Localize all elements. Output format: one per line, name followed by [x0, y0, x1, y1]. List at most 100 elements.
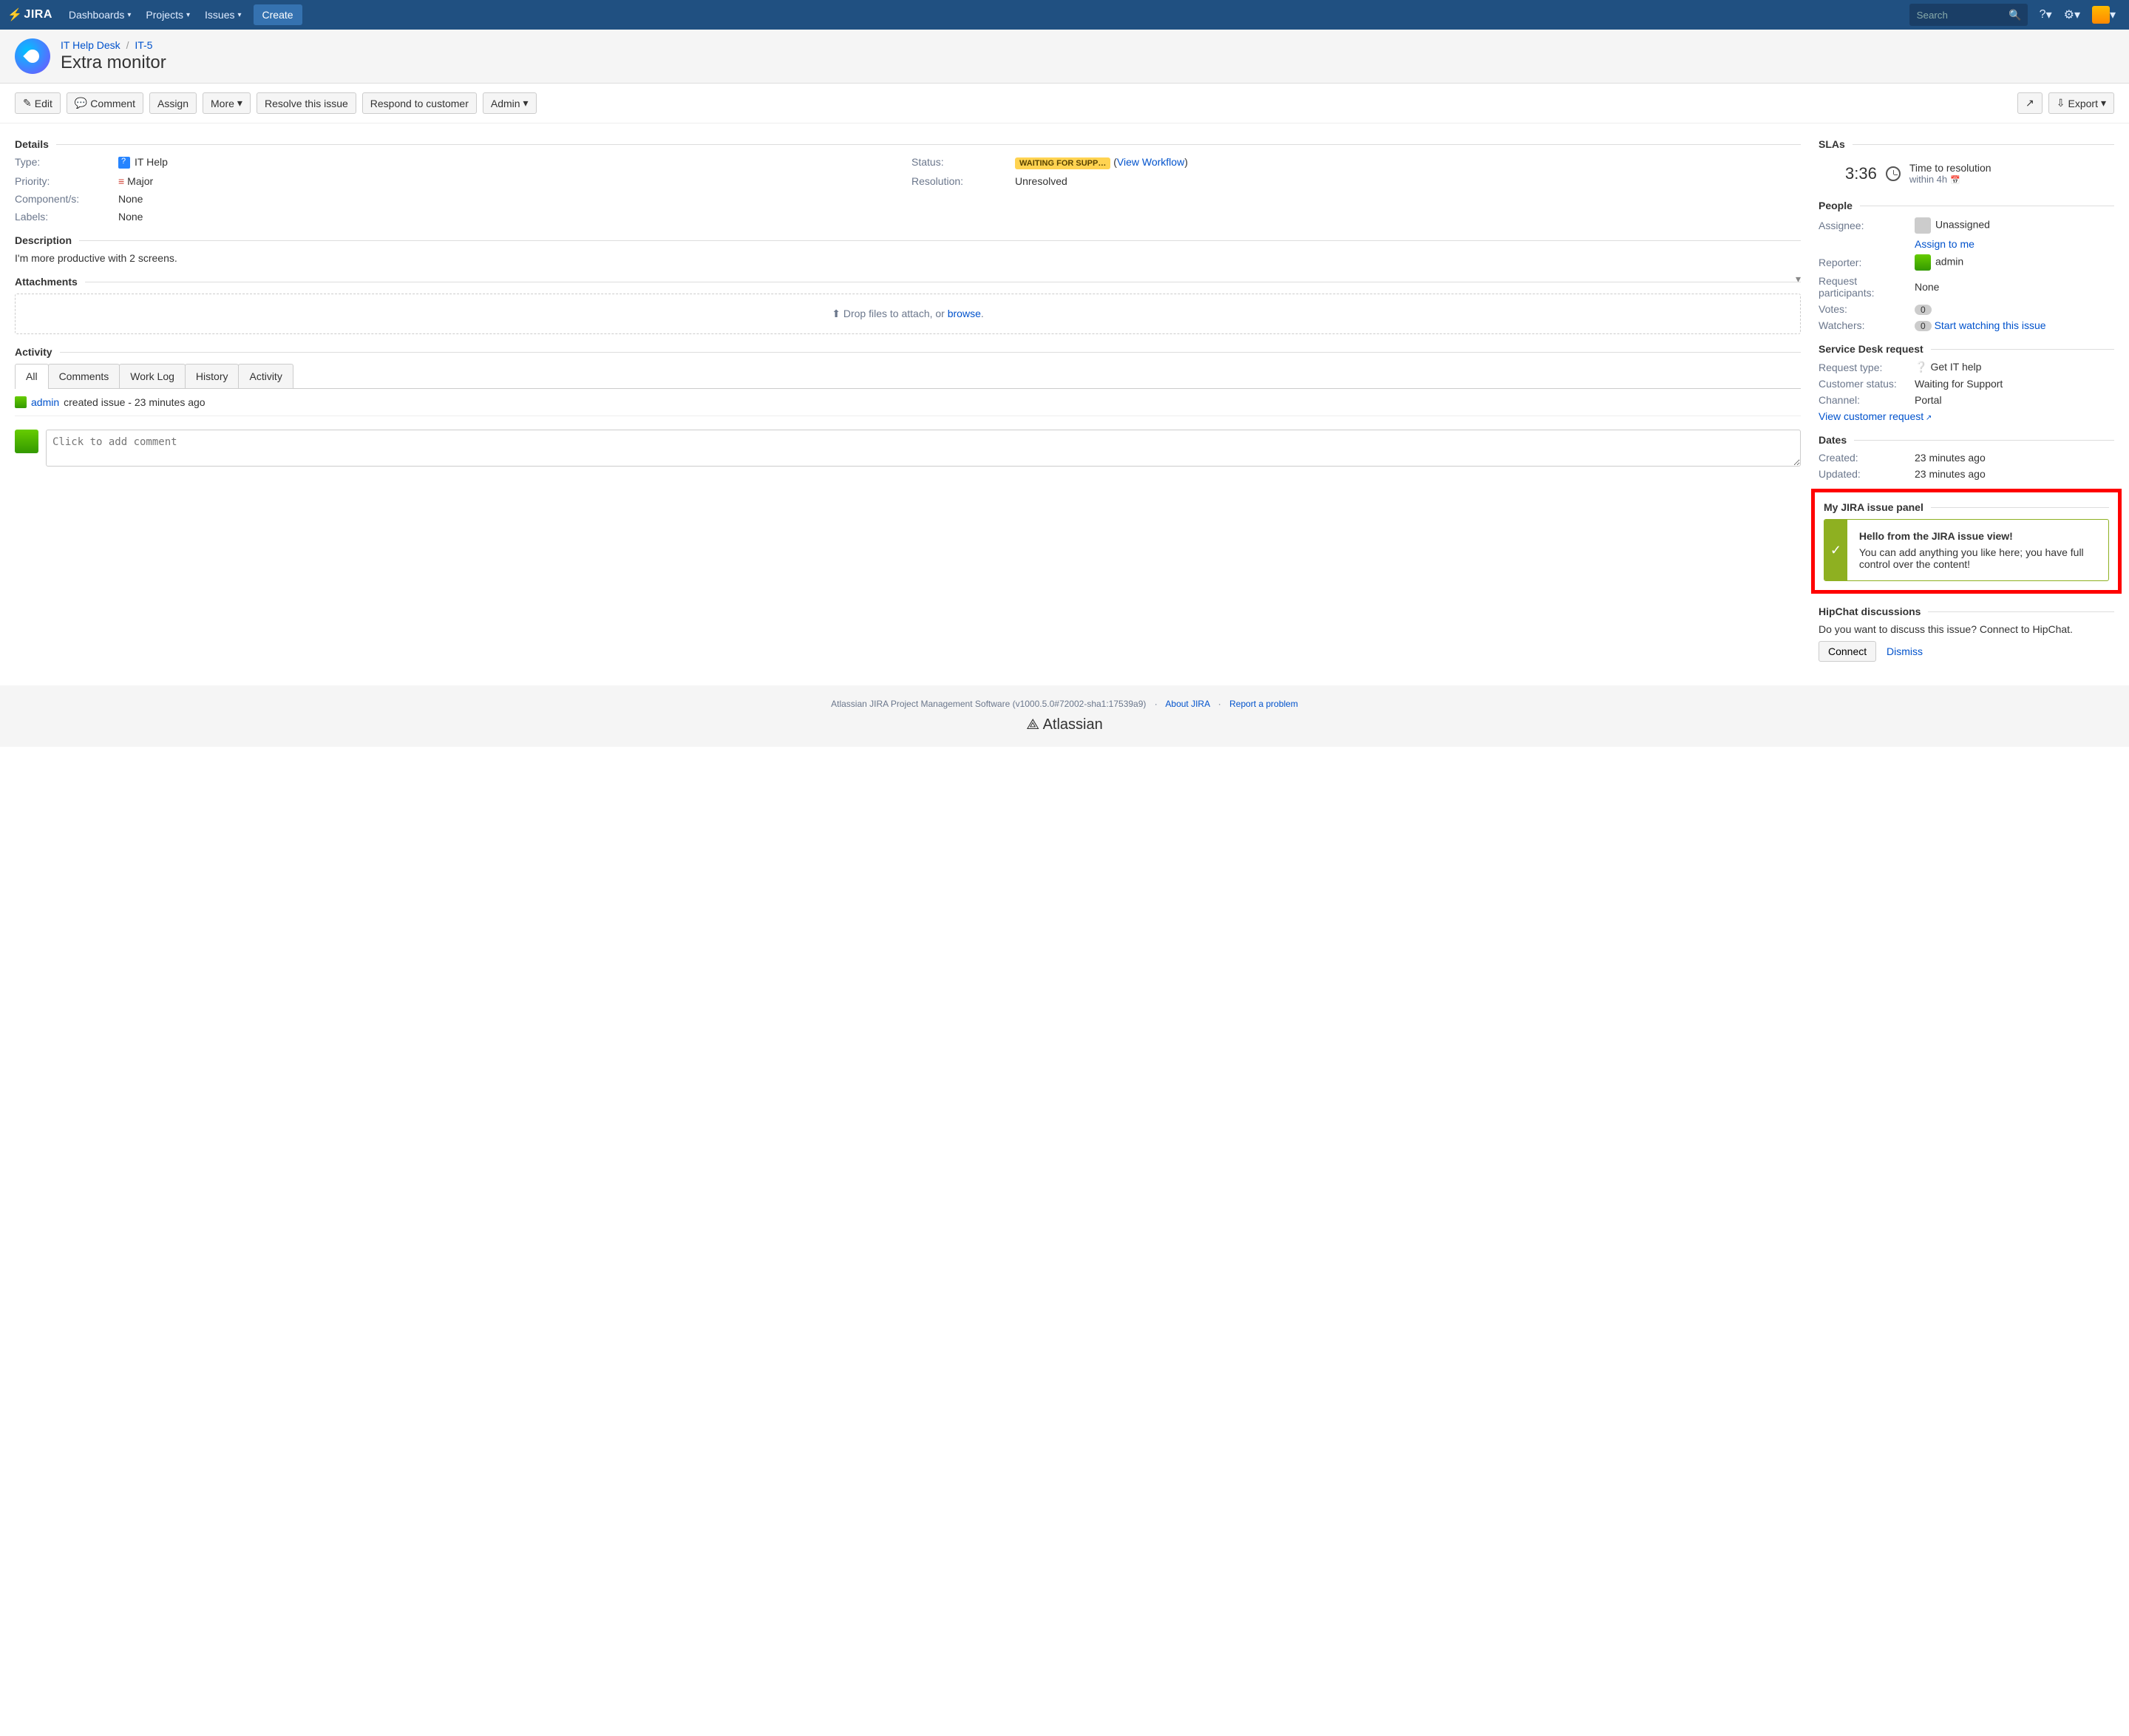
nav-issues[interactable]: Issues▾	[197, 0, 249, 30]
participants-label: Request participants:	[1819, 275, 1907, 299]
project-avatar[interactable]	[15, 38, 50, 74]
clock-icon	[1886, 166, 1901, 181]
comment-button[interactable]: 💬Comment	[67, 92, 143, 114]
tab-all[interactable]: All	[15, 364, 49, 388]
updated-label: Updated:	[1819, 468, 1907, 480]
watchers-label: Watchers:	[1819, 319, 1907, 331]
created-label: Created:	[1819, 452, 1907, 464]
votes-label: Votes:	[1819, 303, 1907, 315]
dates-heading: Dates	[1819, 434, 2114, 446]
create-button[interactable]: Create	[254, 4, 302, 25]
channel-label: Channel:	[1819, 394, 1907, 406]
activity-heading: Activity	[15, 346, 1801, 358]
sla-title: Time to resolution	[1909, 162, 1992, 174]
tab-worklog[interactable]: Work Log	[119, 364, 186, 388]
slas-heading: SLAs	[1819, 138, 2114, 150]
gear-icon[interactable]: ⚙▾	[2058, 7, 2086, 22]
custom-panel-title: Hello from the JIRA issue view!	[1859, 530, 2096, 542]
edit-button[interactable]: ✎Edit	[15, 92, 61, 114]
updated-value: 23 minutes ago	[1915, 468, 2114, 480]
help-icon[interactable]: ?▾	[2034, 7, 2058, 22]
created-value: 23 minutes ago	[1915, 452, 2114, 464]
priority-label: Priority:	[15, 175, 111, 187]
user-avatar[interactable]: ▾	[2086, 6, 2122, 24]
custstatus-label: Customer status:	[1819, 378, 1907, 390]
start-watching-link[interactable]: Start watching this issue	[1935, 319, 2046, 331]
export-button[interactable]: ⇩ Export ▾	[2048, 92, 2114, 114]
components-value: None	[118, 193, 904, 205]
reqtype-label: Request type:	[1819, 362, 1907, 373]
admin-button[interactable]: Admin ▾	[483, 92, 537, 114]
reporter-value: admin	[1915, 254, 2114, 271]
view-customer-request-link[interactable]: View customer request	[1819, 410, 1932, 422]
activity-action: created issue - 23 minutes ago	[64, 396, 205, 408]
resolve-button[interactable]: Resolve this issue	[257, 92, 356, 114]
people-heading: People	[1819, 200, 2114, 211]
votes-count: 0	[1915, 305, 1932, 315]
chevron-down-icon: ▾	[523, 97, 529, 109]
pencil-icon: ✎	[23, 97, 32, 109]
participants-value: None	[1915, 281, 2114, 293]
description-heading: Description	[15, 234, 1801, 246]
watchers-count: 0	[1915, 321, 1932, 331]
share-button[interactable]: ↗	[2017, 92, 2043, 114]
attachments-heading: Attachments	[15, 276, 1801, 288]
sla-within: within 4h	[1909, 174, 1992, 185]
issue-toolbar: ✎Edit 💬Comment Assign More ▾ Resolve thi…	[0, 84, 2129, 123]
resolution-label: Resolution:	[911, 175, 1008, 187]
labels-value: None	[118, 211, 904, 223]
ithelp-type-icon	[118, 157, 130, 169]
custom-panel-message: ✓ Hello from the JIRA issue view! You ca…	[1824, 519, 2109, 581]
footer-version: Atlassian JIRA Project Management Softwa…	[831, 699, 1146, 709]
tab-history[interactable]: History	[185, 364, 240, 388]
jira-logo[interactable]: ⚡JIRA	[7, 7, 52, 22]
browse-link[interactable]: browse	[948, 308, 981, 319]
status-value: WAITING FOR SUPP… (View Workflow)	[1015, 156, 1801, 169]
comment-input[interactable]	[46, 430, 1801, 467]
activity-item: admin created issue - 23 minutes ago	[15, 389, 1801, 416]
more-button[interactable]: More ▾	[203, 92, 251, 114]
components-label: Component/s:	[15, 193, 111, 205]
hipchat-heading: HipChat discussions	[1819, 606, 2114, 617]
type-value: IT Help	[118, 156, 904, 169]
user-avatar-icon	[15, 396, 27, 408]
breadcrumb-project[interactable]: IT Help Desk	[61, 39, 120, 51]
attachment-dropzone[interactable]: ⬆ Drop files to attach, or browse.	[15, 294, 1801, 334]
footer-report-link[interactable]: Report a problem	[1229, 699, 1298, 709]
chevron-down-icon: ▾	[2101, 97, 2106, 109]
assign-button[interactable]: Assign	[149, 92, 197, 114]
footer: Atlassian JIRA Project Management Softwa…	[0, 685, 2129, 747]
attachments-menu-icon[interactable]: ▾	[1796, 273, 1801, 285]
ithelp-icon: ❔	[1915, 361, 1927, 373]
breadcrumb-key[interactable]: IT-5	[135, 39, 152, 51]
reporter-label: Reporter:	[1819, 257, 1907, 268]
type-label: Type:	[15, 156, 111, 169]
top-nav: ⚡JIRA Dashboards▾ Projects▾ Issues▾ Crea…	[0, 0, 2129, 30]
status-label: Status:	[911, 156, 1008, 169]
atlassian-logo[interactable]: ⟁ Atlassian	[13, 716, 2116, 733]
upload-icon: ⬆	[832, 308, 841, 319]
sla-item: 3:36 Time to resolution within 4h	[1819, 156, 2114, 188]
priority-value: ≡Major	[118, 175, 904, 187]
reporter-avatar-icon	[1915, 254, 1931, 271]
respond-button[interactable]: Respond to customer	[362, 92, 477, 114]
hipchat-dismiss-link[interactable]: Dismiss	[1887, 645, 1923, 657]
reqtype-value: ❔Get IT help	[1915, 361, 2114, 373]
description-text: I'm more productive with 2 screens.	[15, 252, 1801, 264]
activity-user-link[interactable]: admin	[31, 396, 59, 408]
search-icon[interactable]: 🔍	[2009, 9, 2021, 21]
breadcrumb: IT Help Desk / IT-5	[61, 39, 166, 51]
priority-major-icon: ≡	[118, 175, 124, 187]
assign-to-me-link[interactable]: Assign to me	[1915, 238, 1974, 250]
tab-activity[interactable]: Activity	[238, 364, 293, 388]
footer-about-link[interactable]: About JIRA	[1165, 699, 1209, 709]
view-workflow-link[interactable]: View Workflow	[1117, 156, 1184, 168]
hipchat-connect-button[interactable]: Connect	[1819, 641, 1876, 662]
custom-panel-heading: My JIRA issue panel	[1824, 501, 2109, 513]
labels-label: Labels:	[15, 211, 111, 223]
nav-dashboards[interactable]: Dashboards▾	[61, 0, 139, 30]
nav-projects[interactable]: Projects▾	[138, 0, 197, 30]
tab-comments[interactable]: Comments	[48, 364, 120, 388]
custom-panel-body: You can add anything you like here; you …	[1859, 546, 2096, 570]
chevron-down-icon: ▾	[186, 11, 190, 19]
